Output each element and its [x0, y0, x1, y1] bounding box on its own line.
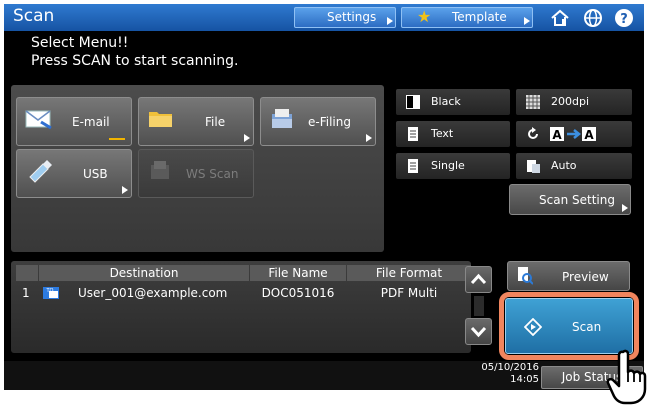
file-name-cell: DOC051016 [261, 286, 335, 300]
settings-button[interactable]: Settings [294, 7, 396, 28]
column-header-destination: Destination [39, 265, 249, 281]
template-label: Template [452, 10, 507, 24]
pointing-hand-icon [606, 349, 647, 405]
svg-text:?: ? [620, 12, 628, 27]
scroll-down-button[interactable] [465, 318, 492, 345]
paper-size-option[interactable]: Auto [516, 153, 632, 179]
preview-label: Preview [562, 270, 609, 284]
ws-scan-label: WS Scan [186, 167, 239, 181]
chevron-right-icon [122, 186, 128, 194]
ws-scan-button: WS Scan [138, 149, 254, 198]
star-icon: ★ [417, 7, 432, 26]
scanner-screen: Scan Settings ★ Template ? Select Menu!!… [4, 4, 644, 390]
folder-icon [149, 112, 172, 127]
file-format-cell: PDF Multi [380, 286, 438, 300]
resolution-icon [526, 95, 540, 109]
function-menu-panel: E-mail File e-Filing USB WS Scan [11, 85, 384, 252]
scroll-up-button[interactable] [465, 266, 492, 293]
date-time: 05/10/2016 14:05 [453, 362, 539, 386]
destination-panel: Destination File Name File Format 1 TO U… [11, 261, 471, 353]
column-header-file-format: File Format [347, 265, 471, 281]
svg-text:A: A [552, 128, 562, 142]
title-bar: Scan Settings ★ Template ? [4, 4, 644, 31]
message-line-1: Select Menu!! [31, 35, 129, 51]
efiling-label: e-Filing [308, 115, 351, 129]
color-mode-option[interactable]: Black [396, 89, 510, 115]
email-button[interactable]: E-mail [16, 97, 132, 146]
message-line-2: Press SCAN to start scanning. [31, 53, 239, 69]
efiling-button[interactable]: e-Filing [260, 97, 376, 146]
svg-text:TO: TO [46, 288, 54, 294]
scan-label: Scan [572, 320, 602, 334]
scroll-track[interactable] [474, 296, 484, 316]
text-mode-icon [408, 127, 418, 141]
column-header-num [16, 265, 38, 281]
resolution-label: 200dpi [551, 95, 590, 108]
message-area: Select Menu!! Press SCAN to start scanni… [4, 31, 644, 75]
single-side-icon [408, 159, 418, 173]
rotate-icon [528, 127, 538, 139]
file-label: File [205, 115, 226, 129]
row-number: 1 [22, 286, 30, 300]
sides-option[interactable]: Single [396, 153, 510, 179]
globe-icon[interactable] [582, 7, 604, 29]
color-mode-label: Black [431, 95, 461, 108]
app-title: Scan [13, 6, 55, 26]
chevron-right-icon [524, 17, 530, 25]
table-row[interactable]: 1 TO User_001@example.com DOC051016 PDF … [16, 283, 471, 303]
original-mode-label: Text [431, 127, 454, 140]
settings-label: Settings [327, 10, 377, 24]
destination-cell: User_001@example.com [78, 286, 228, 300]
home-icon[interactable] [549, 7, 571, 29]
rotation-option[interactable]: A A [516, 121, 632, 147]
original-mode-option[interactable]: Text [396, 121, 510, 147]
email-icon [25, 110, 52, 130]
status-bar: 05/10/2016 14:05 Job Status [4, 361, 644, 390]
usb-label: USB [83, 167, 108, 181]
usb-icon [29, 160, 52, 183]
sides-label: Single [431, 159, 465, 172]
time-text: 14:05 [510, 374, 539, 385]
scan-setting-label: Scan Setting [539, 193, 615, 207]
scan-button[interactable]: Scan [505, 298, 633, 354]
usb-button[interactable]: USB [16, 149, 132, 198]
help-icon[interactable]: ? [613, 7, 635, 29]
orientation-icon: A A [550, 127, 596, 142]
selected-indicator [109, 138, 125, 140]
black-color-icon [406, 95, 420, 109]
scan-options-panel: Black 200dpi Text A A Single Auto Scan S… [396, 85, 632, 217]
chevron-right-icon [387, 17, 393, 25]
file-button[interactable]: File [138, 97, 254, 146]
svg-text:A: A [584, 128, 594, 142]
paper-size-icon [527, 160, 540, 173]
start-diamond-icon [524, 318, 542, 336]
ws-scan-icon [151, 161, 169, 179]
preview-button[interactable]: Preview [507, 261, 630, 291]
preview-icon [518, 267, 533, 285]
chevron-right-icon [244, 134, 250, 142]
to-address-icon: TO [43, 287, 59, 299]
paper-size-label: Auto [551, 159, 577, 172]
column-header-file-name: File Name [250, 265, 346, 281]
scan-setting-button[interactable]: Scan Setting [509, 184, 631, 215]
efiling-icon [272, 109, 292, 128]
chevron-up-icon [470, 273, 487, 285]
chevron-right-icon [622, 204, 628, 212]
chevron-right-icon [366, 134, 372, 142]
date-text: 05/10/2016 [481, 362, 539, 373]
resolution-option[interactable]: 200dpi [516, 89, 632, 115]
chevron-down-icon [470, 326, 487, 338]
email-label: E-mail [72, 115, 110, 129]
template-button[interactable]: ★ Template [401, 7, 533, 28]
